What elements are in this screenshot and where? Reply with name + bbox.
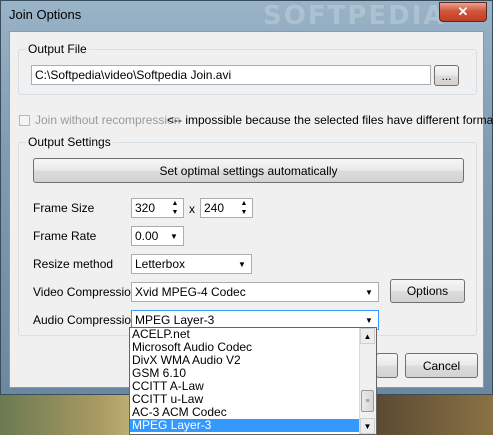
video-options-button[interactable]: Options (390, 279, 465, 303)
output-file-group-title: Output File (26, 42, 89, 56)
frame-rate-label: Frame Rate (33, 229, 97, 243)
dropdown-item[interactable]: MPEG Layer-3 (130, 419, 376, 432)
close-icon: ✕ (457, 4, 469, 19)
video-compression-label: Video Compression (33, 285, 138, 299)
audio-compression-label: Audio Compression (33, 313, 138, 327)
output-settings-group-title: Output Settings (26, 135, 113, 149)
chevron-down-icon: ▼ (361, 284, 377, 300)
spin-down-icon[interactable]: ▼ (167, 208, 183, 217)
dropdown-scrollbar[interactable]: ▲ ≡ ▼ (359, 328, 376, 434)
video-compression-select[interactable]: Xvid MPEG-4 Codec ▼ (131, 282, 379, 302)
close-button[interactable]: ✕ (439, 2, 487, 22)
resize-method-label: Resize method (33, 257, 114, 271)
window-title: Join Options (9, 7, 82, 22)
frame-rate-select[interactable]: 0.00 ▼ (131, 226, 184, 246)
browse-button[interactable]: ... (434, 65, 459, 86)
chevron-down-icon: ▼ (234, 256, 250, 272)
frame-size-label: Frame Size (33, 201, 95, 215)
cancel-button[interactable]: Cancel (405, 353, 478, 378)
scroll-down-icon[interactable]: ▼ (360, 418, 375, 434)
ok-button[interactable] (376, 353, 398, 378)
output-file-group: Output File C:\Softpedia\video\Softpedia… (18, 42, 477, 95)
watermark: SOFTPEDIA (263, 1, 446, 31)
output-path-input[interactable]: C:\Softpedia\video\Softpedia Join.avi (31, 65, 431, 85)
recompression-note: <-- impossible because the selected file… (167, 113, 493, 127)
spin-up-icon[interactable]: ▲ (167, 199, 183, 208)
frame-height-spinner[interactable]: 240 ▲ ▼ (200, 198, 253, 218)
chevron-down-icon: ▼ (361, 312, 377, 328)
join-without-recompression-checkbox[interactable] (19, 115, 30, 126)
scrollbar-thumb[interactable]: ≡ (361, 390, 374, 412)
dropdown-items: ACELP.net Microsoft Audio Codec DivX WMA A… (130, 328, 376, 432)
title-bar[interactable]: Join Options SOFTPEDIA ✕ (1, 1, 492, 31)
resize-method-select[interactable]: Letterbox ▼ (131, 254, 252, 274)
set-optimal-settings-button[interactable]: Set optimal settings automatically (33, 158, 464, 183)
resize-method-value: Letterbox (135, 257, 186, 271)
frame-width-spinner[interactable]: 320 ▲ ▼ (131, 198, 184, 218)
frame-height-value: 240 (204, 201, 225, 215)
output-settings-group: Output Settings Set optimal settings aut… (18, 135, 477, 336)
spin-up-icon[interactable]: ▲ (236, 199, 252, 208)
frame-size-separator: x (189, 202, 195, 216)
chevron-down-icon: ▼ (166, 228, 182, 244)
frame-width-value: 320 (135, 201, 156, 215)
join-without-recompression-label: Join without recompression (35, 113, 181, 127)
audio-compression-dropdown[interactable]: ACELP.net Microsoft Audio Codec DivX WMA A… (129, 327, 377, 435)
video-compression-value: Xvid MPEG-4 Codec (135, 285, 246, 299)
scroll-up-icon[interactable]: ▲ (360, 328, 375, 344)
audio-compression-value: MPEG Layer-3 (135, 313, 215, 327)
frame-rate-value: 0.00 (135, 229, 159, 243)
spin-down-icon[interactable]: ▼ (236, 208, 252, 217)
